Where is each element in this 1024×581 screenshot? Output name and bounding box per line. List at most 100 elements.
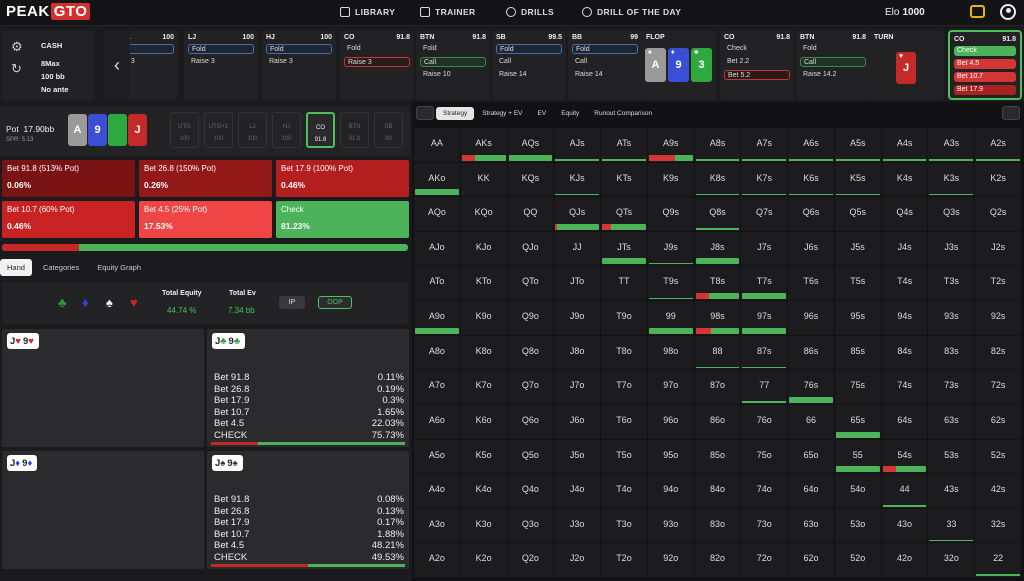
hand-cell-T7s[interactable]: T7s	[741, 266, 789, 302]
hand-cell-52o[interactable]: 52o	[834, 543, 882, 578]
hand-cell-KJo[interactable]: KJo	[460, 231, 508, 267]
hand-cell-K9s[interactable]: K9s	[647, 162, 695, 198]
seat-action[interactable]: Bet 5.2	[724, 70, 790, 80]
hand-cell-44[interactable]: 44	[881, 474, 929, 509]
hand-cell-66[interactable]: 66	[788, 404, 835, 440]
position-mini-hj[interactable]: HJ 100	[272, 112, 301, 148]
hand-cell-72o[interactable]: 72o	[741, 543, 789, 578]
hand-cell-A6o[interactable]: A6o	[414, 404, 461, 440]
flop-board[interactable]: FLOP ♠ A ♦ 9 ♣ 3	[642, 30, 716, 100]
hand-cell-54o[interactable]: 54o	[834, 474, 882, 509]
seat-action[interactable]: Raise 3	[188, 57, 254, 67]
hand-cell-ATs[interactable]: ATs	[601, 128, 648, 163]
hand-cell-AQs[interactable]: AQs	[507, 128, 555, 163]
action-option[interactable]: Bet 26.8 (150% Pot) 0.26%	[139, 160, 272, 197]
hand-cell-T3o[interactable]: T3o	[601, 508, 648, 544]
hand-cell-J5o[interactable]: J5o	[554, 439, 602, 475]
hand-cell-AKs[interactable]: AKs	[460, 128, 508, 163]
hand-cell-J6s[interactable]: J6s	[788, 231, 835, 267]
hand-cell-K6o[interactable]: K6o	[460, 404, 508, 440]
hand-cell-KQo[interactable]: KQo	[460, 197, 508, 232]
seat-action[interactable]: Fold	[344, 44, 410, 54]
hand-cell-86s[interactable]: 86s	[788, 335, 835, 371]
nav-trainer[interactable]: TRAINER	[420, 7, 476, 17]
hand-cell-T5o[interactable]: T5o	[601, 439, 648, 475]
hand-cell-63o[interactable]: 63o	[788, 508, 835, 544]
seat-action[interactable]: Call	[572, 57, 638, 67]
hand-cell-K5s[interactable]: K5s	[834, 162, 882, 198]
hand-cell-T2s[interactable]: T2s	[975, 266, 1022, 302]
seat-action[interactable]: Raise 14.2	[800, 70, 866, 80]
hand-cell-T6o[interactable]: T6o	[601, 404, 648, 440]
hand-cell-Q2s[interactable]: Q2s	[975, 197, 1022, 232]
hand-cell-Q8s[interactable]: Q8s	[694, 197, 742, 232]
hand-cell-AJo[interactable]: AJo	[414, 231, 461, 267]
hand-cell-K5o[interactable]: K5o	[460, 439, 508, 475]
hand-cell-32o[interactable]: 32o	[928, 543, 976, 578]
hand-cell-A8o[interactable]: A8o	[414, 335, 461, 371]
seat-action[interactable]: Bet 10.7	[954, 72, 1016, 82]
hand-cell-A5s[interactable]: A5s	[834, 128, 882, 163]
hand-cell-K7o[interactable]: K7o	[460, 370, 508, 405]
hand-cell-K2o[interactable]: K2o	[460, 543, 508, 578]
seat-action[interactable]: Check	[954, 46, 1016, 56]
hand-cell-K6s[interactable]: K6s	[788, 162, 835, 198]
hand-cell-QTo[interactable]: QTo	[507, 266, 555, 302]
hand-cell-QJs[interactable]: QJs	[554, 197, 602, 232]
hand-cell-62o[interactable]: 62o	[788, 543, 835, 578]
hand-cell-T5s[interactable]: T5s	[834, 266, 882, 302]
seat-btn[interactable]: BTN 91.8 Fold Call Raise 10	[416, 30, 490, 100]
seat-action[interactable]: Check	[724, 44, 790, 54]
hand-cell-A3s[interactable]: A3s	[928, 128, 976, 163]
hand-cell-JJ[interactable]: JJ	[554, 231, 602, 267]
tab-strategy[interactable]: Strategy	[436, 106, 475, 120]
hand-combo-box[interactable]: J ♣ 9 ♣ Bet 91.8 0.11% Bet 26.8 0.19% Bet 17.9 0.…	[207, 329, 409, 447]
hand-cell-T3s[interactable]: T3s	[928, 266, 976, 302]
hand-cell-KTs[interactable]: KTs	[601, 162, 648, 198]
hand-cell-92o[interactable]: 92o	[647, 543, 695, 578]
hand-cell-53o[interactable]: 53o	[834, 508, 882, 544]
position-mini-utg[interactable]: UTG 100	[170, 112, 199, 148]
hand-cell-J7o[interactable]: J7o	[554, 370, 602, 405]
hand-cell-82o[interactable]: 82o	[694, 543, 742, 578]
hand-cell-32s[interactable]: 32s	[975, 508, 1022, 544]
hand-cell-QTs[interactable]: QTs	[601, 197, 648, 232]
hand-cell-22[interactable]: 22	[975, 543, 1022, 578]
seat-action[interactable]: Call	[800, 57, 866, 67]
hand-cell-Q8o[interactable]: Q8o	[507, 335, 555, 371]
hand-cell-64s[interactable]: 64s	[881, 404, 929, 440]
hand-combo-box[interactable]: J ♦ 9 ♦	[2, 451, 204, 569]
seat-action[interactable]: Fold	[572, 44, 638, 54]
seat-co[interactable]: CO 91.8 Check Bet 4.5 Bet 10.7 Bet 17.9	[948, 30, 1022, 100]
hand-cell-42s[interactable]: 42s	[975, 474, 1022, 509]
oop-button[interactable]: OOP	[318, 296, 352, 309]
seat-action[interactable]: Bet 17.9	[954, 85, 1016, 95]
hand-cell-A6s[interactable]: A6s	[788, 128, 835, 163]
seat-action[interactable]: Raise 10	[420, 70, 486, 80]
hand-cell-73o[interactable]: 73o	[741, 508, 789, 544]
hand-combo-box[interactable]: J ♠ 9 ♠ Bet 91.8 0.08% Bet 26.8 0.13% Bet 17.9 0.…	[207, 451, 409, 569]
collapse-left-button[interactable]: ‹	[104, 30, 130, 100]
hand-cell-J5s[interactable]: J5s	[834, 231, 882, 267]
hand-cell-K3o[interactable]: K3o	[460, 508, 508, 544]
hand-cell-K9o[interactable]: K9o	[460, 301, 508, 336]
user-account-icon[interactable]	[1000, 4, 1016, 20]
seat-action[interactable]: Call	[420, 57, 486, 67]
hand-cell-95s[interactable]: 95s	[834, 301, 882, 336]
hand-cell-74s[interactable]: 74s	[881, 370, 929, 405]
position-mini-co[interactable]: CO 91.8	[306, 112, 335, 148]
seat-action[interactable]: Fold	[266, 44, 332, 54]
hand-cell-AKo[interactable]: AKo	[414, 162, 461, 198]
hand-cell-JTs[interactable]: JTs	[601, 231, 648, 267]
peakgto-logo[interactable]: PEAK GTO	[6, 3, 91, 20]
hand-cell-77[interactable]: 77	[741, 370, 789, 405]
position-mini-lj[interactable]: LJ 100	[238, 112, 267, 148]
hand-cell-98o[interactable]: 98o	[647, 335, 695, 371]
hand-cell-T8s[interactable]: T8s	[694, 266, 742, 302]
heart-filter-icon[interactable]: ♥	[130, 295, 138, 310]
hand-cell-86o[interactable]: 86o	[694, 404, 742, 440]
hand-cell-K4s[interactable]: K4s	[881, 162, 929, 198]
tab-runout-comparison[interactable]: Runout Comparison	[587, 107, 659, 120]
hand-cell-42o[interactable]: 42o	[881, 543, 929, 578]
hand-cell-52s[interactable]: 52s	[975, 439, 1022, 475]
